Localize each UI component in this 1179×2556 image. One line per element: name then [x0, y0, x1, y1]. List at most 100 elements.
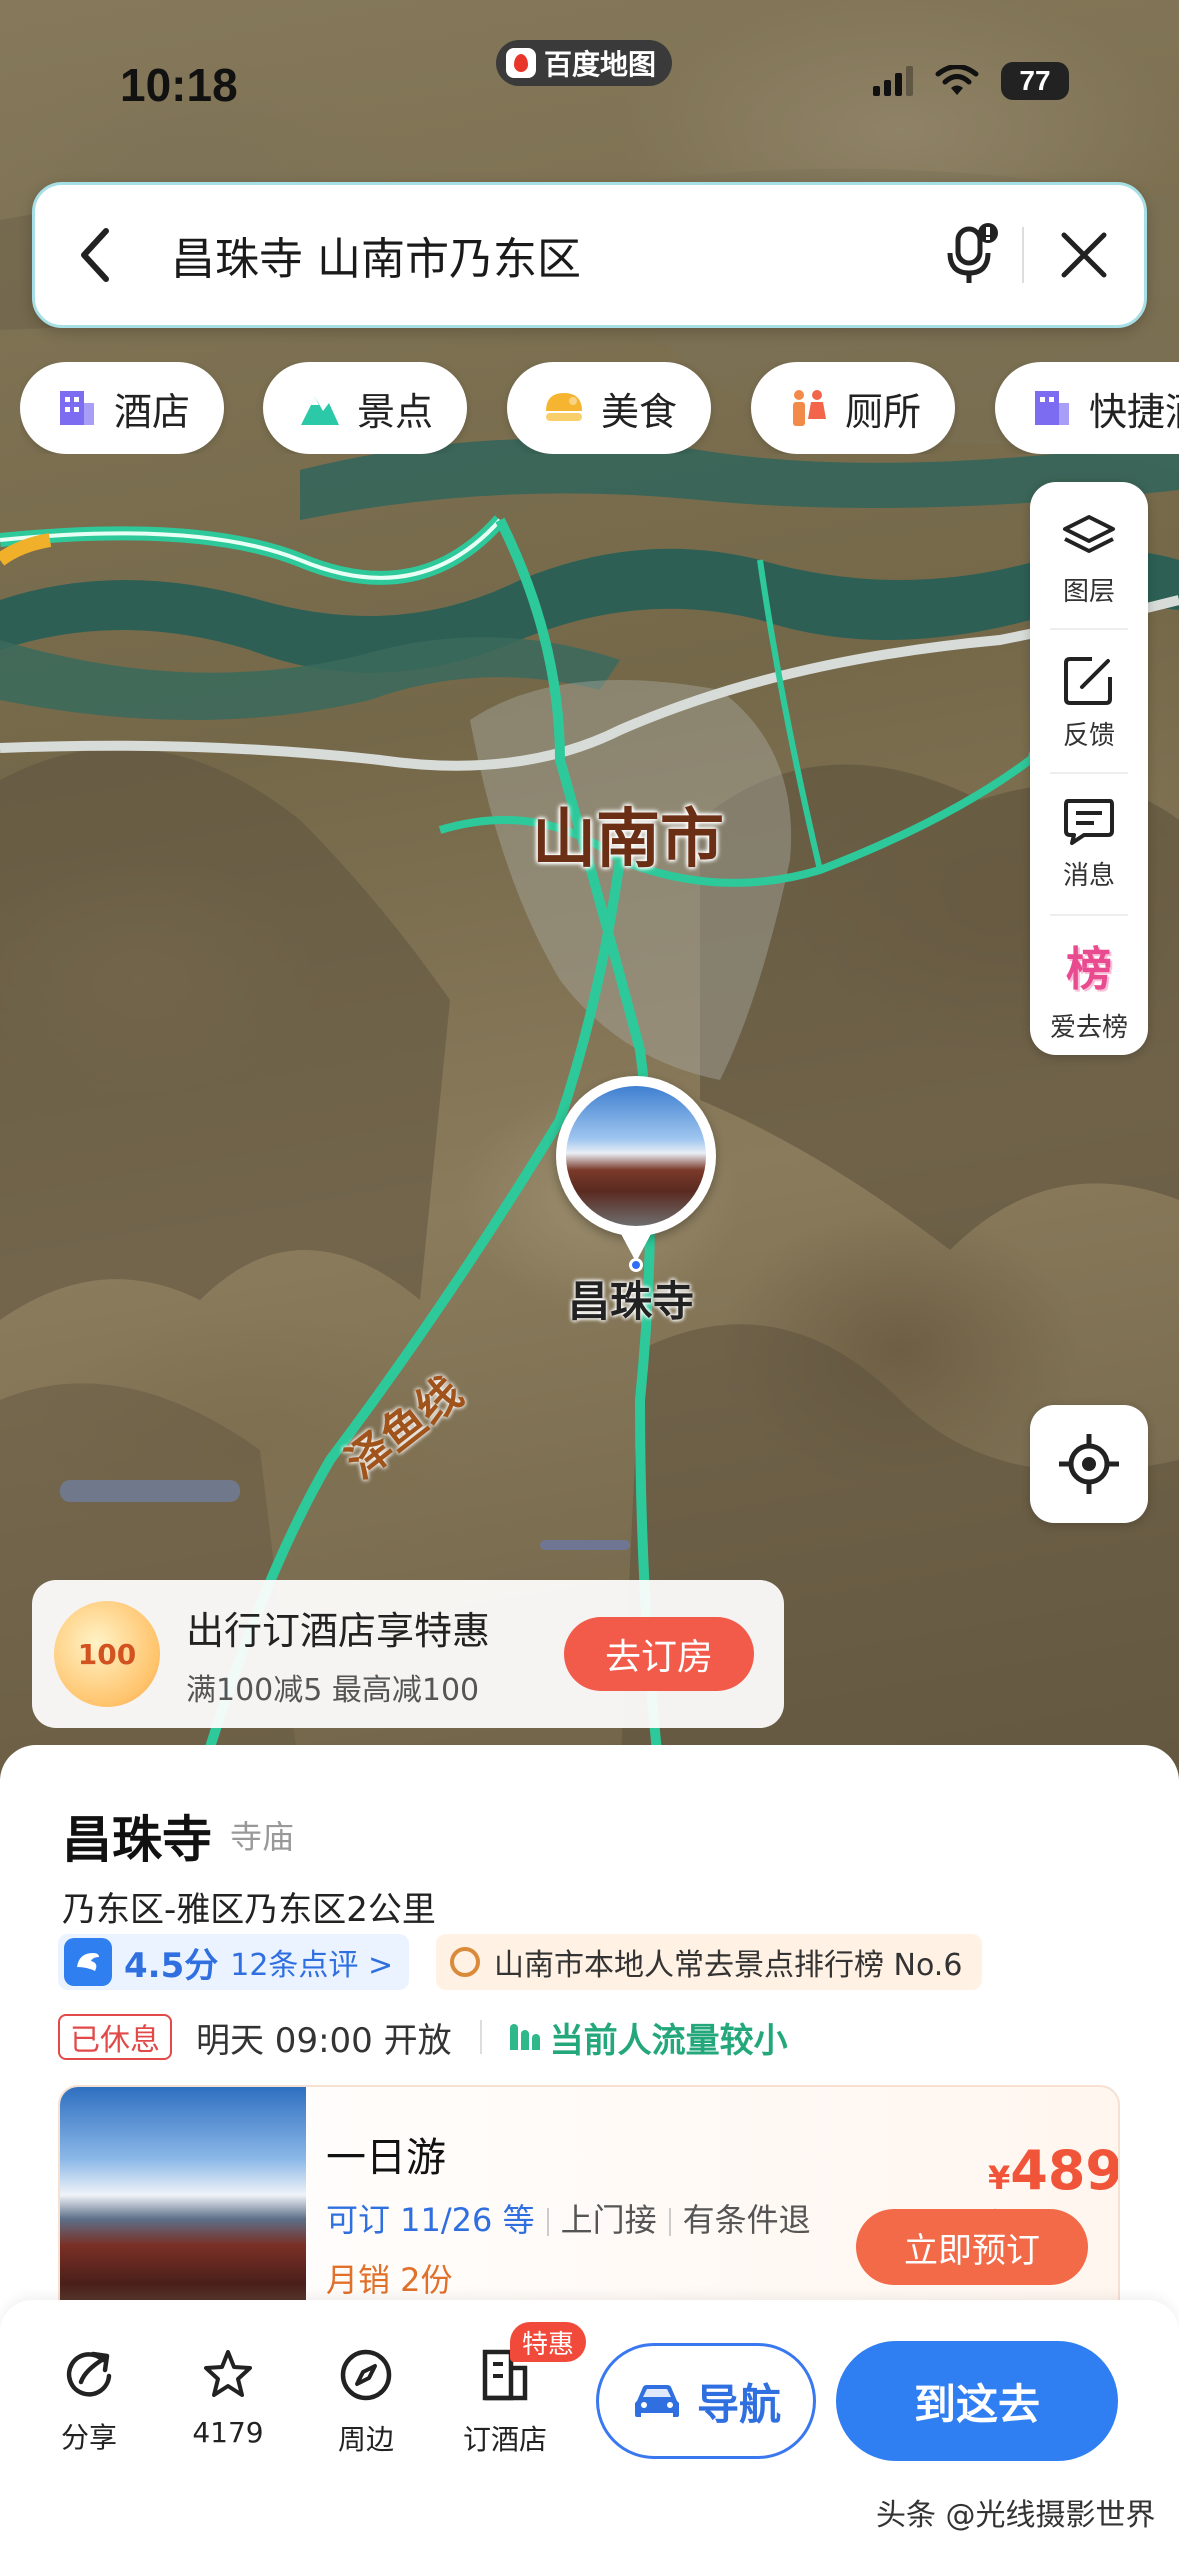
tour-sales: 月销 2份 [326, 2261, 453, 2299]
chip-food[interactable]: 美食 [507, 362, 712, 454]
chevron-left-icon [81, 228, 109, 282]
divider [668, 2208, 671, 2236]
map-tools-panel: 图层 反馈 消息 榜 爱去榜 [1030, 482, 1148, 1055]
status-right: 77 [873, 62, 1069, 100]
feedback-icon [1064, 656, 1112, 705]
chip-label: 酒店 [114, 389, 191, 434]
book-hotel-button[interactable]: 订酒店 [450, 2348, 560, 2458]
clear-search-button[interactable] [1024, 185, 1144, 325]
price-value: 489 [1010, 2139, 1120, 2202]
tour-product-card[interactable]: 一日游 可订 11/26 等上门接有条件退 月销 2份 ¥489起 立即预订 [58, 2085, 1120, 2325]
navigate-button[interactable]: 导航 [596, 2343, 816, 2459]
action-label: 分享 [60, 2421, 117, 2454]
voice-search-button[interactable] [922, 185, 1022, 325]
poi-name: 昌珠寺 [62, 1811, 212, 1869]
tool-label: 图层 [1062, 576, 1115, 607]
toilet-icon [787, 387, 829, 429]
tool-layers[interactable]: 图层 [1030, 490, 1148, 630]
tool-label: 消息 [1062, 860, 1115, 891]
locate-me-button[interactable] [1030, 1405, 1148, 1523]
poi-marker[interactable] [556, 1076, 716, 1262]
wifi-icon [935, 65, 979, 95]
tool-label: 爱去榜 [1049, 1012, 1128, 1043]
tour-photo [60, 2087, 306, 2323]
chip-label: 快捷酒店 [1089, 389, 1179, 434]
chip-hotel[interactable]: 酒店 [20, 362, 225, 454]
tour-title: 一日游 [326, 2135, 446, 2181]
tool-label: 反馈 [1062, 720, 1115, 751]
tour-refund: 有条件退 [682, 2201, 811, 2239]
search-query[interactable]: 昌珠寺 山南市乃东区 [155, 223, 922, 287]
tool-divider [1050, 914, 1128, 916]
chip-toilet[interactable]: 厕所 [751, 362, 956, 454]
rating-summary[interactable]: 4.5分 12条点评 > [58, 1934, 410, 1990]
status-time: 10:18 [120, 59, 238, 111]
go-here-button[interactable]: 到这去 [836, 2341, 1118, 2461]
back-button[interactable] [35, 185, 155, 325]
star-icon [204, 2350, 252, 2397]
car-icon [634, 2385, 679, 2417]
promo-text: 出行订酒店享特惠 满100减5 最高减100 [186, 1600, 564, 1709]
chip-budget-hotel[interactable]: 快捷酒店 [995, 362, 1179, 454]
promo-title: 出行订酒店享特惠 [186, 1608, 491, 1653]
poi-category: 寺庙 [230, 1818, 295, 1856]
ranking-badge[interactable]: 山南市本地人常去景点排行榜 No.6 [436, 1934, 983, 1990]
tour-availability: 可订 11/26 等 [326, 2201, 535, 2239]
rating-score: 4.5分 [124, 1945, 219, 1986]
divider [546, 2208, 549, 2236]
special-offer-tag: 特惠 [510, 2322, 587, 2362]
chip-label: 美食 [601, 389, 678, 434]
category-chips: 酒店 景点 美食 厕所 快捷酒店 [20, 362, 1179, 454]
tool-messages[interactable]: 消息 [1030, 774, 1148, 914]
poi-photo [566, 1086, 706, 1226]
hotel-icon [56, 387, 98, 429]
baidu-map-logo-icon [506, 48, 536, 78]
action-label: 周边 [337, 2423, 394, 2456]
chip-label: 景点 [357, 389, 434, 434]
battery-indicator: 77 [1001, 62, 1069, 100]
ranking-text: 山南市本地人常去景点排行榜 No.6 [494, 1948, 963, 1983]
close-icon [1061, 232, 1107, 278]
tool-divider [1050, 628, 1128, 630]
app-indicator: 百度地图 [496, 40, 673, 86]
satellite-map[interactable]: 10:18 百度地图 77 昌珠寺 山南市乃东区 酒店 景点 美食 厕所 快捷 … [0, 0, 1179, 1780]
mountain-icon [299, 387, 341, 429]
open-time: 明天 09:00 开放 [196, 2020, 452, 2061]
layers-icon [1063, 514, 1115, 553]
poi-map-label[interactable]: 昌珠寺 [568, 1268, 694, 1329]
nearby-button[interactable]: 周边 [311, 2348, 421, 2458]
chip-label: 厕所 [845, 389, 922, 434]
book-room-button[interactable]: 去订房 [564, 1617, 754, 1691]
opening-status-row: 已休息 明天 09:00 开放 当前人流量较小 [58, 2012, 788, 2062]
book-now-button[interactable]: 立即预订 [856, 2209, 1088, 2285]
microphone-icon [947, 223, 998, 283]
rating-bear-icon [64, 1938, 112, 1986]
watermark: 头条 @光线摄影世界 [876, 2498, 1156, 2533]
compass-icon [340, 2349, 392, 2401]
favorite-count: 4179 [192, 2416, 264, 2449]
hotel-icon [1031, 387, 1073, 429]
ranking-icon [450, 1947, 480, 1977]
share-button[interactable]: 分享 [34, 2348, 144, 2456]
search-bar[interactable]: 昌珠寺 山南市乃东区 [32, 182, 1147, 328]
city-label[interactable]: 山南市 [532, 788, 724, 880]
closed-badge: 已休息 [58, 2014, 172, 2060]
favorite-button[interactable]: 4179 [173, 2348, 283, 2449]
divider [479, 2020, 482, 2054]
promo-subtitle: 满100减5 最高减100 [186, 1672, 480, 1708]
reviews-link[interactable]: 12条点评 > [230, 1940, 393, 1984]
crowd-status: 当前人流量较小 [549, 2020, 788, 2061]
locate-icon [1059, 1434, 1119, 1494]
share-icon [66, 2351, 112, 2397]
tool-feedback[interactable]: 反馈 [1030, 632, 1148, 772]
action-label: 订酒店 [462, 2423, 547, 2456]
hotel-promo-banner[interactable]: 100 出行订酒店享特惠 满100减5 最高减100 去订房 [32, 1580, 784, 1728]
tour-meta: 可订 11/26 等上门接 有条件退 [326, 2195, 811, 2241]
app-name: 百度地图 [544, 48, 657, 81]
poi-address: 乃东区-雅区乃东区2公里 [62, 1890, 436, 1930]
navigate-label: 导航 [696, 2379, 781, 2429]
cellular-signal-icon [873, 66, 913, 96]
tour-pickup: 上门接 [560, 2201, 657, 2239]
chip-attraction[interactable]: 景点 [263, 362, 468, 454]
tool-ranking[interactable]: 榜 爱去榜 [1030, 918, 1148, 1058]
